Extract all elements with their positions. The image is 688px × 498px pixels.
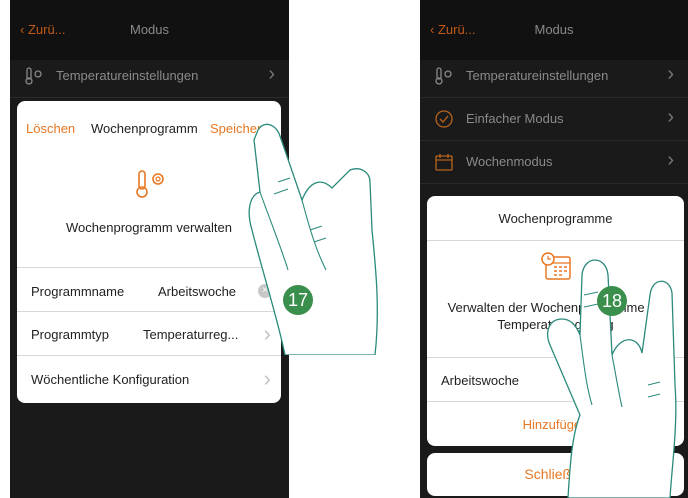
program-item-label: Arbeitswoche — [441, 373, 520, 388]
field-label: Programmname — [31, 284, 125, 299]
step-badge: 18 — [597, 286, 627, 316]
header-bar: ‹ Zurü... Modus — [10, 0, 289, 60]
chevron-right-icon: › — [667, 149, 674, 171]
row-temperature-settings[interactable]: Temperatureinstellungen › — [10, 55, 289, 98]
hand-pointer-illustration — [547, 259, 677, 498]
row-label: Temperatureinstellungen — [466, 68, 609, 83]
chevron-right-icon: › — [263, 366, 271, 391]
chevron-right-icon: › — [667, 63, 674, 85]
calendar-icon — [435, 154, 453, 171]
thermometer-gear-icon — [136, 170, 164, 198]
thermometer-gear-icon — [25, 67, 42, 85]
header-bar: ‹ Zurü... Modus — [420, 0, 688, 60]
field-label: Programmtyp — [31, 327, 110, 342]
chevron-right-icon: › — [667, 106, 674, 128]
header-title: Modus — [129, 22, 170, 37]
dialog-title: Wochenprogramm — [91, 121, 198, 136]
row-weekly-mode[interactable]: Wochenmodus › — [420, 141, 688, 184]
hand-pointer-illustration — [248, 123, 378, 355]
row-label: Temperatureinstellungen — [56, 68, 199, 83]
dialog-title: Wochenprogramme — [498, 211, 613, 226]
check-circle-icon — [435, 110, 453, 128]
delete-button[interactable]: Löschen — [26, 121, 75, 136]
row-label: Einfacher Modus — [466, 111, 564, 126]
row-label: Wochenmodus — [466, 154, 553, 169]
row-simple-mode[interactable]: Einfacher Modus › — [420, 98, 688, 141]
step-badge: 17 — [283, 285, 313, 315]
chevron-right-icon: › — [268, 63, 275, 85]
program-type-value: Temperaturreg... — [143, 327, 239, 342]
row-temperature-settings[interactable]: Temperatureinstellungen › — [420, 55, 688, 98]
field-label: Wöchentliche Konfiguration — [31, 372, 190, 387]
thermometer-gear-icon — [435, 67, 452, 85]
field-weekly-configuration[interactable]: Wöchentliche Konfiguration › — [17, 355, 281, 403]
program-name-value: Arbeitswoche — [158, 284, 237, 299]
header-title: Modus — [534, 22, 574, 37]
